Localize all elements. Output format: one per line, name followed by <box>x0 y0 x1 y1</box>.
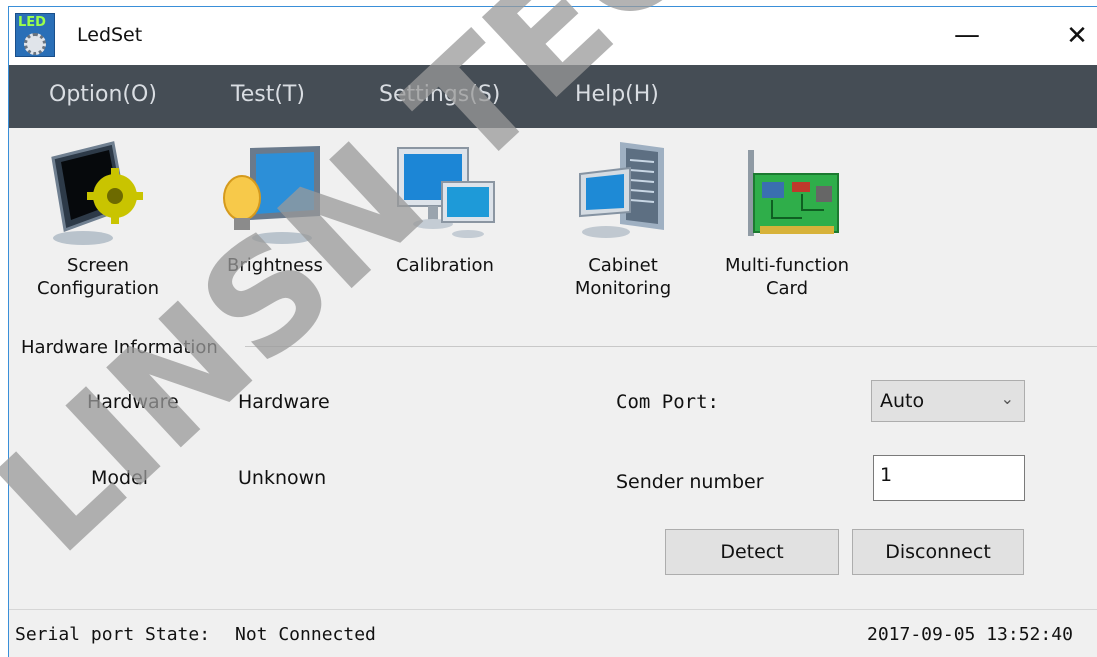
menu-option[interactable]: Option(O) <box>49 82 157 107</box>
menu-bar: Option(O) Test(T) Settings(S) Help(H) <box>9 65 1097 128</box>
calibration-button[interactable]: Calibration <box>385 138 505 277</box>
cabinet-monitoring-label-2: Monitoring <box>574 278 672 299</box>
close-button[interactable]: ✕ <box>1057 17 1097 57</box>
com-port-value: Auto <box>880 390 925 412</box>
disconnect-button[interactable]: Disconnect <box>852 529 1024 575</box>
status-datetime: 2017-09-05 13:52:40 <box>867 624 1073 645</box>
hardware-value: Hardware <box>238 391 330 413</box>
dual-monitor-icon <box>390 138 500 248</box>
monitor-gear-icon <box>43 138 153 248</box>
serial-port-state-value: Not Connected <box>235 624 376 645</box>
sender-number-label: Sender number <box>616 471 764 493</box>
brightness-button[interactable]: Brightness <box>215 138 335 277</box>
screen-configuration-label-1: Screen <box>67 255 129 276</box>
server-monitor-icon <box>568 138 678 248</box>
window-title: LedSet <box>77 24 143 46</box>
brightness-label: Brightness <box>227 255 323 276</box>
main-window: LED LedSet — ✕ Option(O) Test(T) Setting… <box>8 6 1097 657</box>
monitor-bulb-icon <box>220 138 330 248</box>
model-value: Unknown <box>238 467 327 489</box>
hardware-info-group-title: Hardware Information <box>21 337 218 358</box>
detect-button[interactable]: Detect <box>665 529 839 575</box>
app-icon-text: LED <box>18 15 46 30</box>
multi-function-card-label-2: Card <box>765 278 809 299</box>
multi-function-card-button[interactable]: Multi-function Card <box>717 138 857 300</box>
hardware-label: Hardware <box>87 391 179 413</box>
screen-configuration-label-2: Configuration <box>36 278 160 299</box>
title-bar[interactable]: LED LedSet — ✕ <box>9 7 1097 65</box>
menu-settings[interactable]: Settings(S) <box>379 82 500 107</box>
chevron-down-icon: ⌄ <box>1000 389 1014 408</box>
menu-test[interactable]: Test(T) <box>231 82 305 107</box>
sender-number-input[interactable]: 1 <box>873 455 1025 501</box>
screen-configuration-button[interactable]: Screen Configuration <box>23 138 173 300</box>
gear-icon <box>24 33 46 55</box>
group-divider <box>245 346 1097 347</box>
serial-port-state-label: Serial port State: <box>15 624 211 645</box>
model-label: Model <box>91 467 149 489</box>
circuit-card-icon <box>732 138 842 248</box>
menu-help[interactable]: Help(H) <box>575 82 659 107</box>
cabinet-monitoring-button[interactable]: Cabinet Monitoring <box>561 138 685 300</box>
com-port-label: Com Port: <box>616 391 719 413</box>
calibration-label: Calibration <box>396 255 494 276</box>
toolbar: Screen Configuration Brightness Calibrat… <box>9 128 1097 328</box>
sender-number-value: 1 <box>880 464 893 486</box>
multi-function-card-label-1: Multi-function <box>724 255 850 276</box>
status-bar: Serial port State: Not Connected 2017-09… <box>9 609 1097 657</box>
app-icon: LED <box>15 13 55 57</box>
cabinet-monitoring-label-1: Cabinet <box>588 255 658 276</box>
com-port-dropdown[interactable]: Auto ⌄ <box>871 380 1025 422</box>
minimize-button[interactable]: — <box>947 17 987 57</box>
